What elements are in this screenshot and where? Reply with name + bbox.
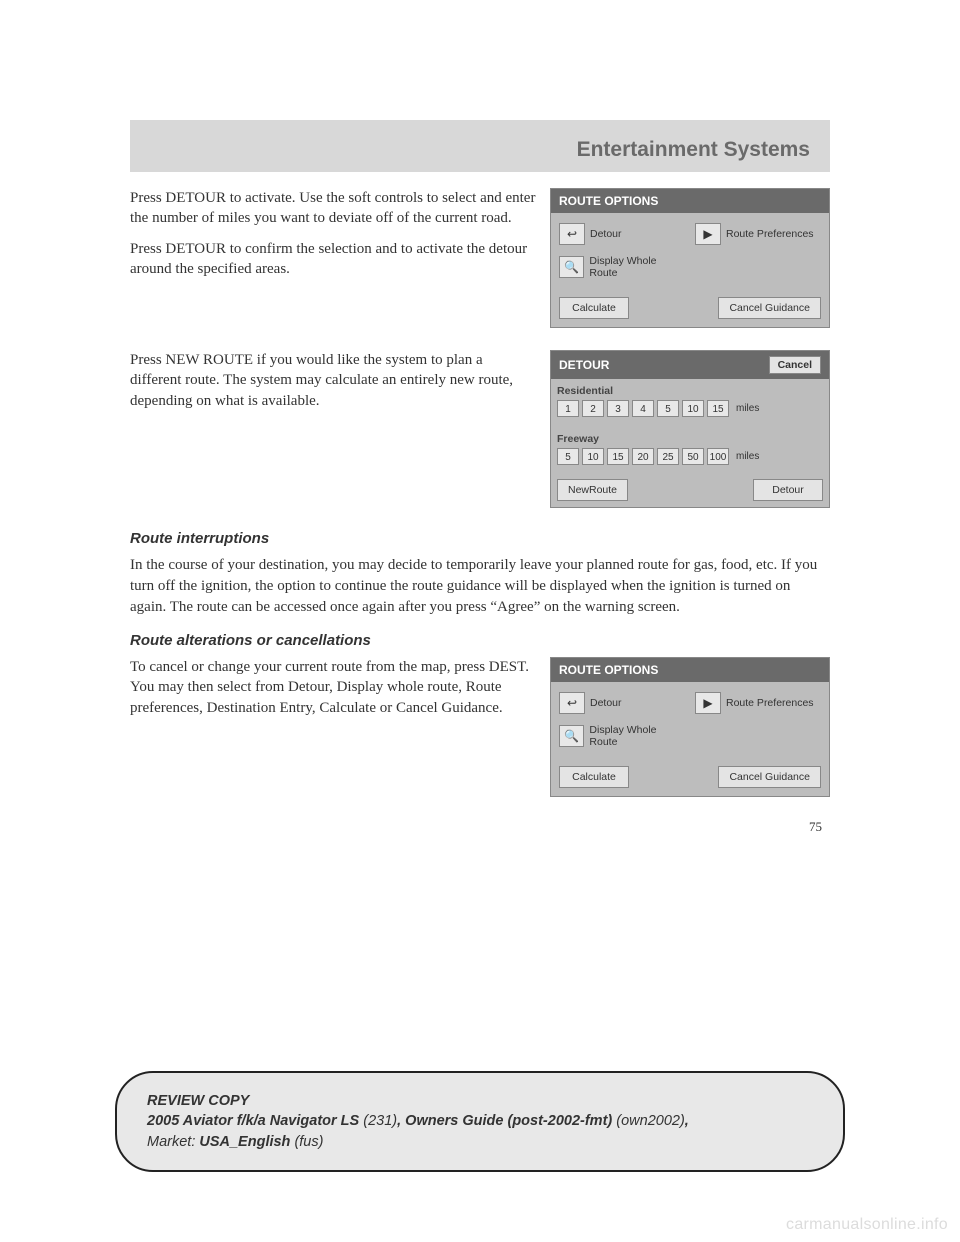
- detour-option[interactable]: ↩ Detour: [559, 692, 685, 714]
- miles-label: miles: [736, 451, 759, 462]
- footer-line-3: Market: USA_English (fus): [147, 1132, 813, 1152]
- residential-label: Residential: [557, 385, 823, 397]
- guide: Owners Guide (post-2002-fmt): [405, 1113, 612, 1129]
- display-route-option[interactable]: 🔍 Display Whole Route: [559, 255, 685, 279]
- freeway-section: Freeway 5 10 15 20 25 50 100 miles: [551, 427, 829, 475]
- freeway-label: Freeway: [557, 433, 823, 445]
- bottom-buttons: Calculate Cancel Guidance: [559, 297, 821, 319]
- detour-label: Detour: [590, 228, 622, 240]
- detour-button[interactable]: Detour: [753, 479, 823, 501]
- panel-body: ↩ Detour ▶ Route Preferences 🔍 Display W…: [551, 682, 829, 796]
- content-row-3: To cancel or change your current route f…: [130, 657, 830, 797]
- detour-panel: DETOUR Cancel Residential 1 2 3 4 5 10 1…: [550, 350, 830, 508]
- detour-option[interactable]: ↩ Detour: [559, 223, 685, 245]
- page-number: 75: [130, 819, 830, 835]
- residential-row: 1 2 3 4 5 10 15 miles: [557, 400, 823, 417]
- new-route-button[interactable]: NewRoute: [557, 479, 628, 501]
- detour-label: Detour: [590, 697, 622, 709]
- preferences-option[interactable]: ▶ Route Preferences: [695, 692, 821, 714]
- res-btn[interactable]: 5: [657, 400, 679, 417]
- display-label: Display Whole Route: [589, 724, 685, 748]
- review-copy-footer: REVIEW COPY 2005 Aviator f/k/a Navigator…: [115, 1071, 845, 1172]
- content-row-1: Press DETOUR to activate. Use the soft c…: [130, 188, 830, 328]
- footer-line-2: 2005 Aviator f/k/a Navigator LS (231), O…: [147, 1111, 813, 1131]
- market: USA_English: [199, 1134, 290, 1150]
- screenshot-detour: DETOUR Cancel Residential 1 2 3 4 5 10 1…: [550, 350, 830, 508]
- content-row-2: Press NEW ROUTE if you would like the sy…: [130, 350, 830, 508]
- panel-title-text: ROUTE OPTIONS: [559, 194, 658, 208]
- detour-icon: ↩: [559, 223, 585, 245]
- screenshot-route-options-2: ROUTE OPTIONS ↩ Detour ▶ Route Preferenc…: [550, 657, 830, 797]
- res-btn[interactable]: 10: [682, 400, 704, 417]
- display-route-option[interactable]: 🔍 Display Whole Route: [559, 724, 685, 748]
- fwy-btn[interactable]: 15: [607, 448, 629, 465]
- cancel-guidance-button[interactable]: Cancel Guidance: [718, 297, 821, 319]
- calculate-button[interactable]: Calculate: [559, 297, 629, 319]
- cancel-guidance-button[interactable]: Cancel Guidance: [718, 766, 821, 788]
- body-text: Press NEW ROUTE if you would like the sy…: [130, 350, 536, 411]
- page-section-title: Entertainment Systems: [577, 138, 810, 161]
- heading-route-alterations: Route alterations or cancellations: [130, 632, 830, 649]
- calculate-button[interactable]: Calculate: [559, 766, 629, 788]
- panel-title: ROUTE OPTIONS: [551, 189, 829, 213]
- panel-title: ROUTE OPTIONS: [551, 658, 829, 682]
- fwy-btn[interactable]: 10: [582, 448, 604, 465]
- panel-body: ↩ Detour ▶ Route Preferences 🔍 Display W…: [551, 213, 829, 327]
- text-column: To cancel or change your current route f…: [130, 657, 536, 797]
- prefs-icon: ▶: [695, 692, 721, 714]
- body-text: In the course of your destination, you m…: [130, 555, 830, 618]
- preferences-option[interactable]: ▶ Route Preferences: [695, 223, 821, 245]
- magnify-icon: 🔍: [559, 256, 584, 278]
- screenshot-route-options: ROUTE OPTIONS ↩ Detour ▶ Route Preferenc…: [550, 188, 830, 328]
- panel-title: DETOUR Cancel: [551, 351, 829, 379]
- res-btn[interactable]: 15: [707, 400, 729, 417]
- miles-label: miles: [736, 403, 759, 414]
- text-column: Press NEW ROUTE if you would like the sy…: [130, 350, 536, 508]
- text-column: Press DETOUR to activate. Use the soft c…: [130, 188, 536, 328]
- options-grid: ↩ Detour ▶ Route Preferences 🔍 Display W…: [559, 223, 821, 279]
- body-text: Press DETOUR to confirm the selection an…: [130, 239, 536, 280]
- bottom-buttons: Calculate Cancel Guidance: [559, 766, 821, 788]
- manual-page: Entertainment Systems Press DETOUR to ac…: [0, 0, 960, 895]
- watermark: carmanualsonline.info: [786, 1216, 948, 1234]
- freeway-row: 5 10 15 20 25 50 100 miles: [557, 448, 823, 465]
- panel-title-text: DETOUR: [559, 358, 609, 372]
- panel-title-text: ROUTE OPTIONS: [559, 663, 658, 677]
- code: (231): [363, 1113, 397, 1129]
- fwy-btn[interactable]: 20: [632, 448, 654, 465]
- magnify-icon: 🔍: [559, 725, 584, 747]
- fus: (fus): [294, 1134, 323, 1150]
- options-grid: ↩ Detour ▶ Route Preferences 🔍 Display W…: [559, 692, 821, 748]
- display-label: Display Whole Route: [589, 255, 685, 279]
- body-text: Press DETOUR to activate. Use the soft c…: [130, 188, 536, 229]
- fwy-btn[interactable]: 5: [557, 448, 579, 465]
- model: 2005 Aviator f/k/a Navigator LS: [147, 1113, 359, 1129]
- res-btn[interactable]: 4: [632, 400, 654, 417]
- body-text: To cancel or change your current route f…: [130, 657, 536, 718]
- prefs-icon: ▶: [695, 223, 721, 245]
- res-btn[interactable]: 1: [557, 400, 579, 417]
- route-options-panel: ROUTE OPTIONS ↩ Detour ▶ Route Preferenc…: [550, 657, 830, 797]
- heading-route-interruptions: Route interruptions: [130, 530, 830, 547]
- own: (own2002): [616, 1113, 685, 1129]
- header-bar: Entertainment Systems: [130, 120, 830, 172]
- prefs-label: Route Preferences: [726, 228, 814, 240]
- fwy-btn[interactable]: 50: [682, 448, 704, 465]
- fwy-btn[interactable]: 100: [707, 448, 729, 465]
- detour-icon: ↩: [559, 692, 585, 714]
- res-btn[interactable]: 3: [607, 400, 629, 417]
- residential-section: Residential 1 2 3 4 5 10 15 miles: [551, 379, 829, 427]
- res-btn[interactable]: 2: [582, 400, 604, 417]
- cancel-button[interactable]: Cancel: [769, 356, 821, 374]
- prefs-label: Route Preferences: [726, 697, 814, 709]
- detour-bottom-buttons: NewRoute Detour: [551, 475, 829, 507]
- market-label: Market:: [147, 1134, 195, 1150]
- fwy-btn[interactable]: 25: [657, 448, 679, 465]
- route-options-panel: ROUTE OPTIONS ↩ Detour ▶ Route Preferenc…: [550, 188, 830, 328]
- review-copy-label: REVIEW COPY: [147, 1091, 813, 1111]
